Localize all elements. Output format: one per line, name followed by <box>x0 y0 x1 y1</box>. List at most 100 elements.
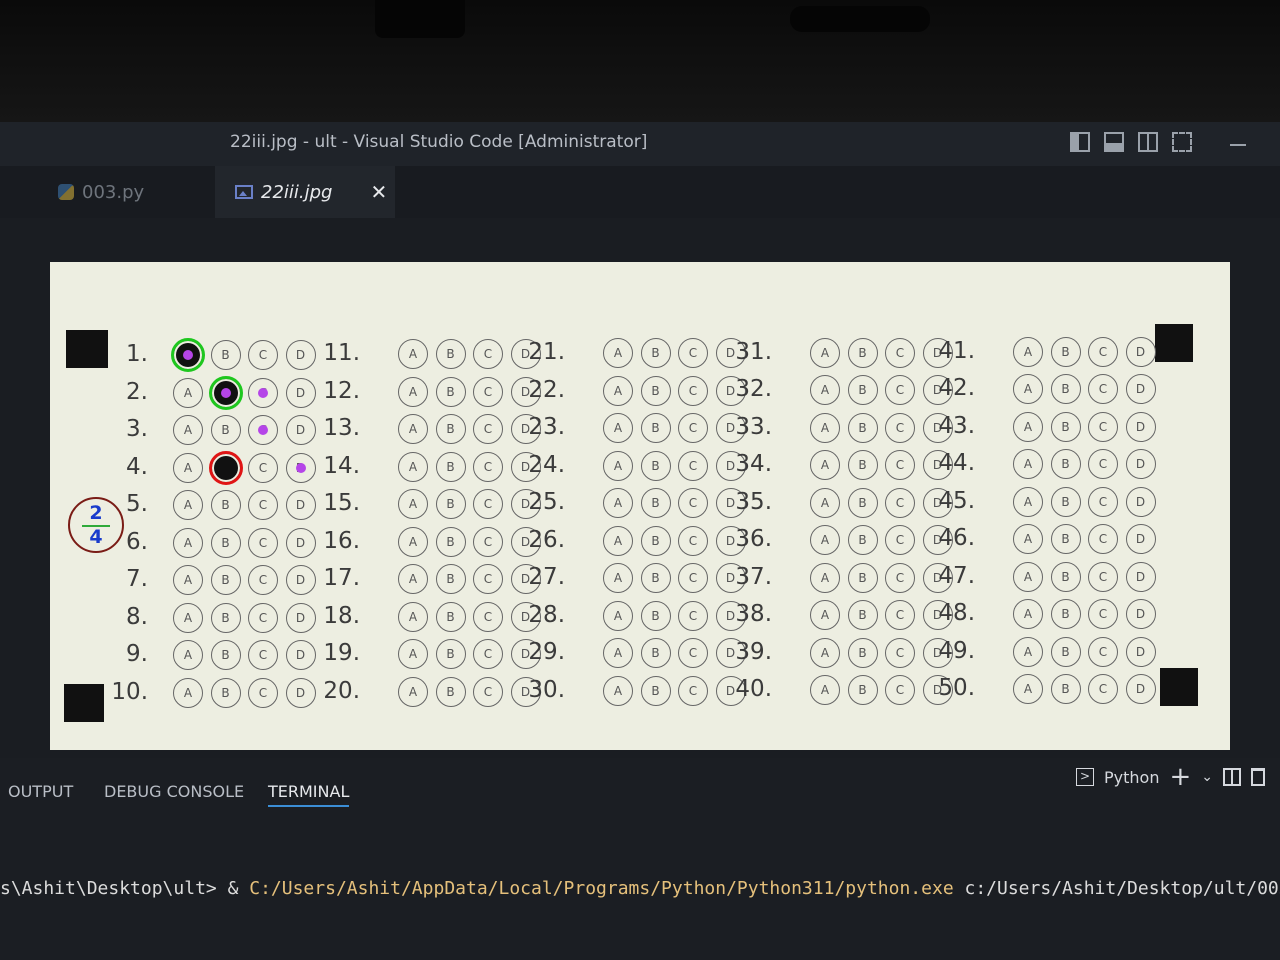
question-number: 35. <box>735 488 772 515</box>
question-number: 44. <box>938 450 975 477</box>
tab-label: 22iii.jpg <box>261 181 333 203</box>
terminal-command-line[interactable]: s\Ashit\Desktop\ult> & C:/Users/Ashit/Ap… <box>0 878 1280 899</box>
terminal-shell-label[interactable]: Python <box>1104 768 1159 787</box>
answer-bubble-b: B <box>847 337 878 368</box>
tab-output[interactable]: OUTPUT <box>8 782 73 801</box>
question-number: 30. <box>528 676 565 703</box>
answer-bubble-a: A <box>1013 336 1043 367</box>
question-number: 33. <box>735 413 772 440</box>
answer-bubble-b: B <box>435 414 466 445</box>
tab-debug-console[interactable]: DEBUG CONSOLE <box>104 782 244 801</box>
answer-bubble-d: D <box>285 640 316 670</box>
answer-bubble-b: B <box>1050 674 1081 705</box>
answer-bubble-b: B <box>210 490 241 520</box>
new-terminal-icon[interactable]: + <box>1169 762 1191 792</box>
answer-bubble-c: C <box>1088 561 1118 592</box>
customize-layout-icon[interactable] <box>1172 132 1192 152</box>
terminal-actions: > Python + ⌄ <box>1076 762 1265 792</box>
answer-bubble-c: C <box>473 451 503 482</box>
answer-bubble-b: B <box>1050 636 1081 667</box>
answer-bubble-a: A <box>810 337 840 368</box>
answer-bubble-c: C <box>473 489 503 520</box>
tab-22iii-jpg[interactable]: 22iii.jpg ✕ <box>215 166 395 218</box>
layout-controls <box>1070 132 1192 152</box>
question-number: 13. <box>323 415 360 442</box>
answer-bubble-d: D <box>1125 674 1156 705</box>
score-badge: 2 4 <box>68 497 124 553</box>
answer-bubble-d: D <box>285 377 316 408</box>
answer-bubble-c: C <box>473 601 503 632</box>
answer-bubble-b: B <box>640 638 671 669</box>
close-icon[interactable]: ✕ <box>370 180 387 204</box>
trash-icon[interactable] <box>1251 768 1265 786</box>
answer-bubble-c: C <box>885 525 915 556</box>
answer-bubble-b: B <box>1050 561 1081 592</box>
answer-bubble-c: C <box>885 375 915 406</box>
answer-bubble-a: A <box>398 451 428 482</box>
answer-bubble-c: C <box>248 527 278 558</box>
chevron-down-icon[interactable]: ⌄ <box>1201 769 1213 785</box>
answer-bubble-a: A <box>398 526 428 557</box>
answer-bubble-c: C <box>1088 636 1118 667</box>
answer-bubble-b: B <box>847 637 878 668</box>
toggle-panel-icon[interactable] <box>1104 132 1124 152</box>
answer-bubble-d: D <box>285 677 316 708</box>
answer-key-dot <box>258 425 268 435</box>
window-title: 22iii.jpg - ult - Visual Studio Code [Ad… <box>230 132 648 152</box>
answer-bubble-c: C <box>248 452 278 483</box>
answer-bubble-a: A <box>173 452 203 483</box>
answer-key-dot <box>258 387 268 398</box>
answer-bubble-d: D <box>285 602 316 633</box>
registration-mark <box>66 330 108 368</box>
answer-bubble-c: C <box>1088 336 1118 367</box>
terminal-prompt: s\Ashit\Desktop\ult> & <box>0 878 250 899</box>
answer-bubble-b: B <box>210 527 241 558</box>
answer-bubble-b: B <box>1050 374 1081 405</box>
answer-key-dot <box>220 387 231 398</box>
answer-bubble-c: C <box>885 637 915 668</box>
tab-terminal[interactable]: TERMINAL <box>268 782 350 807</box>
question-number: 23. <box>528 414 565 441</box>
python-icon <box>58 184 74 200</box>
answer-key-dot <box>183 350 193 360</box>
question-number: 16. <box>323 527 360 554</box>
bezel-shadow-2 <box>790 6 930 32</box>
answer-bubble-a: A <box>810 412 840 443</box>
score-denominator: 4 <box>89 526 103 548</box>
answer-bubble-d: D <box>1125 449 1156 480</box>
question-number: 45. <box>938 487 975 514</box>
question-number: 3. <box>126 416 148 442</box>
answer-bubble-c: C <box>473 639 503 670</box>
answer-bubble-b: B <box>435 451 466 482</box>
answer-bubble-c: C <box>885 487 915 518</box>
answer-bubble-c: C <box>1088 486 1118 517</box>
question-number: 7. <box>126 566 148 592</box>
question-number: 40. <box>735 676 772 703</box>
answer-bubble-c: C <box>1088 411 1118 442</box>
answer-bubble-a: A <box>173 377 203 408</box>
answer-bubble-a: A <box>810 637 840 668</box>
answer-bubble-a: A <box>810 562 840 593</box>
answer-bubble-d: D <box>1125 374 1156 405</box>
toggle-primary-sidebar-icon[interactable] <box>1070 132 1090 152</box>
question-number: 19. <box>323 640 360 667</box>
answer-bubble-c: C <box>473 376 503 407</box>
tab-003-py[interactable]: 003.py <box>40 166 215 218</box>
answer-bubble-b: B <box>847 562 878 593</box>
answer-bubble-a: A <box>810 487 840 518</box>
answer-bubble-b: B <box>1050 411 1081 442</box>
answer-bubble-b: B <box>210 677 241 708</box>
question-number: 46. <box>938 525 975 552</box>
question-number: 27. <box>528 564 565 591</box>
tab-label: 003.py <box>82 181 145 203</box>
answer-bubble-a: A <box>1013 411 1043 442</box>
answer-bubble-b: B <box>1050 599 1081 630</box>
split-terminal-icon[interactable] <box>1223 768 1241 786</box>
answer-bubble-b: B <box>640 675 671 706</box>
minimize-button[interactable] <box>1230 144 1246 146</box>
answer-bubble-b: B <box>1050 449 1081 480</box>
answer-bubble-d: D <box>1125 636 1156 667</box>
toggle-secondary-sidebar-icon[interactable] <box>1138 132 1158 152</box>
answer-bubble-b: B <box>210 415 241 445</box>
answer-key-dot <box>295 462 306 473</box>
